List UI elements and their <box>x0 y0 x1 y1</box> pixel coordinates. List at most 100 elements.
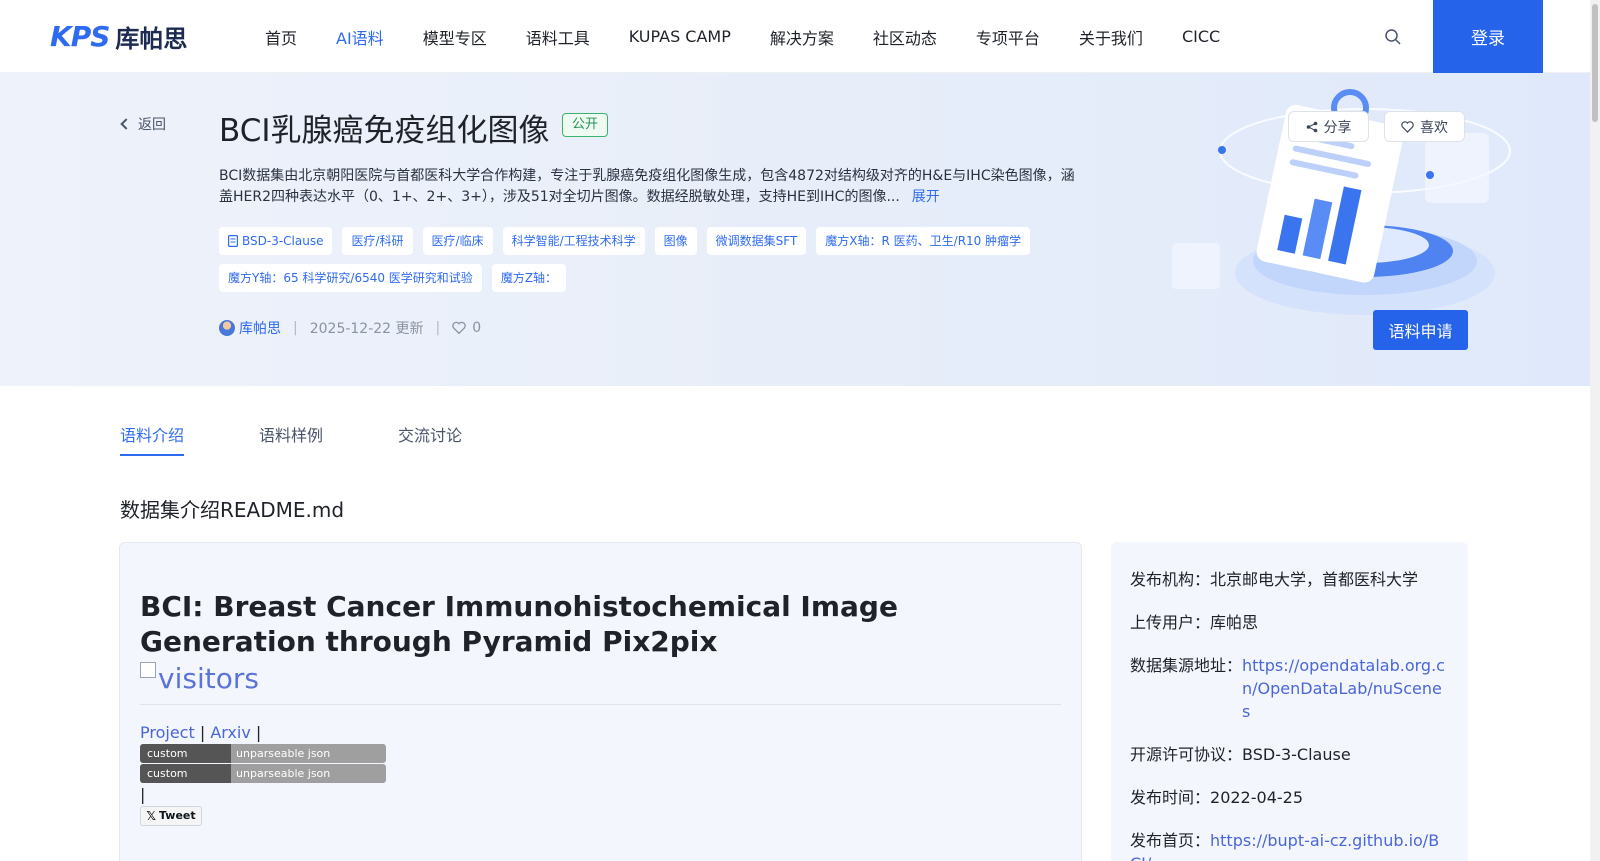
share-icon <box>1306 121 1317 132</box>
readme-links: Project | Arxiv | <box>140 723 1061 742</box>
nav-item-corpus-tools[interactable]: 语料工具 <box>526 25 590 49</box>
tab-samples[interactable]: 语料样例 <box>259 422 323 456</box>
dataset-info-panel: 发布机构： 北京邮电大学，首都医科大学 上传用户： 库帕思 数据集源地址： ht… <box>1111 542 1468 861</box>
divider <box>140 703 1061 705</box>
info-label: 数据集源地址： <box>1130 656 1243 675</box>
info-publisher: 发布机构： 北京邮电大学，首都医科大学 <box>1130 568 1449 591</box>
info-date: 发布时间： 2022-04-25 <box>1130 786 1449 809</box>
tag-label: BSD-3-Clause <box>242 234 324 248</box>
info-homepage: 发布首页：https://bupt-ai-cz.github.io/BCI/ <box>1130 829 1449 861</box>
document-icon <box>228 235 238 247</box>
chevron-left-icon <box>120 118 132 130</box>
tag-item[interactable]: 医疗/临床 <box>422 227 493 255</box>
info-value: 2022-04-25 <box>1210 788 1303 807</box>
info-label: 发布首页： <box>1130 831 1211 850</box>
custom-badge[interactable]: custom badge unparseable json response <box>140 743 386 763</box>
readme-card: BCI: Breast Cancer Immunohistochemical I… <box>119 542 1082 861</box>
like-count: 0 <box>472 320 482 336</box>
info-source: 数据集源地址： https://opendatalab.org.cn/OpenD… <box>1130 654 1449 723</box>
readme-heading-text: BCI: Breast Cancer Immunohistochemical I… <box>140 590 898 658</box>
arxiv-link[interactable]: Arxiv <box>210 723 250 742</box>
tag-list: BSD-3-Clause 医疗/科研 医疗/临床 科学智能/工程技术科学 图像 … <box>219 227 1079 292</box>
tag-item[interactable]: 魔方Z轴： <box>491 264 567 292</box>
x-logo-icon: 𝕏 <box>146 808 157 823</box>
broken-image-icon <box>140 662 156 678</box>
heart-outline-icon <box>452 321 467 335</box>
dataset-title: BCI乳腺癌免疫组化图像 <box>219 113 550 149</box>
author-link[interactable]: 库帕思 <box>239 318 281 338</box>
nav-item-platforms[interactable]: 专项平台 <box>976 25 1040 49</box>
nav-item-solutions[interactable]: 解决方案 <box>770 25 834 49</box>
nav-item-ai-corpus[interactable]: AI语料 <box>336 25 384 49</box>
like-label: 喜欢 <box>1420 119 1448 136</box>
nav-item-cicc[interactable]: CICC <box>1182 27 1220 46</box>
info-uploader: 上传用户： 库帕思 <box>1130 611 1449 634</box>
custom-badge[interactable]: custom badge unparseable json response <box>140 763 386 783</box>
tab-intro[interactable]: 语料介绍 <box>120 422 185 456</box>
avatar <box>219 320 235 336</box>
heart-icon <box>1401 120 1414 133</box>
login-button[interactable]: 登录 <box>1433 0 1543 73</box>
info-license: 开源许可协议： BSD-3-Clause <box>1130 743 1449 766</box>
link-separator: | <box>199 722 206 742</box>
dataset-description: BCI数据集由北京朝阳医院与首都医科大学合作构建，专注于乳腺癌免疫组化图像生成，… <box>219 166 1079 208</box>
share-button[interactable]: 分享 <box>1288 111 1369 142</box>
visitors-alt: visitors <box>158 661 259 695</box>
back-label: 返回 <box>138 117 166 133</box>
badge-label: custom badge <box>140 763 232 783</box>
nav-item-about[interactable]: 关于我们 <box>1079 25 1143 49</box>
separator-line: | <box>140 784 146 804</box>
tag-license[interactable]: BSD-3-Clause <box>219 227 333 255</box>
content-tabs: 语料介绍 语料样例 交流讨论 <box>120 422 537 456</box>
link-separator: | <box>255 722 262 742</box>
expand-link[interactable]: 展开 <box>912 189 940 205</box>
project-link[interactable]: Project <box>140 723 195 742</box>
tag-item[interactable]: 医疗/科研 <box>342 227 413 255</box>
section-title: 数据集介绍README.md <box>120 498 345 522</box>
nav-item-home[interactable]: 首页 <box>265 25 297 49</box>
meta-divider: | <box>293 320 298 336</box>
info-value: 库帕思 <box>1210 613 1259 632</box>
info-label: 发布时间： <box>1130 788 1211 807</box>
description-text: BCI数据集由北京朝阳医院与首都医科大学合作构建，专注于乳腺癌免疫组化图像生成，… <box>219 168 1075 205</box>
logo-mark: KPS <box>50 19 110 53</box>
page-scrollbar[interactable] <box>1590 0 1600 861</box>
badge-message: unparseable json response <box>231 763 386 783</box>
search-icon[interactable] <box>1384 28 1402 46</box>
info-label: 开源许可协议： <box>1130 745 1243 764</box>
nav-item-kupas-camp[interactable]: KUPAS CAMP <box>629 27 731 46</box>
share-label: 分享 <box>1323 119 1352 136</box>
updated-date: 2025-12-22 更新 <box>309 321 424 337</box>
tweet-button[interactable]: 𝕏 Tweet <box>140 805 202 826</box>
info-label: 发布机构： <box>1130 570 1211 589</box>
apply-button[interactable]: 语料申请 <box>1373 310 1468 350</box>
info-value: BSD-3-Clause <box>1242 745 1351 764</box>
tag-item[interactable]: 微调数据集SFT <box>706 227 807 255</box>
meta-divider: | <box>435 320 441 336</box>
tag-item[interactable]: 魔方Y轴：65 科学研究/6540 医学研究和试验 <box>219 264 482 292</box>
info-value: 北京邮电大学，首都医科大学 <box>1210 570 1419 589</box>
public-badge: 公开 <box>562 113 609 137</box>
tag-item[interactable]: 科学智能/工程技术科学 <box>502 227 645 255</box>
source-url-link[interactable]: https://opendatalab.org.cn/OpenDataLab/n… <box>1242 654 1449 723</box>
nav-item-community[interactable]: 社区动态 <box>873 25 937 49</box>
badge-message: unparseable json response <box>231 743 386 763</box>
scrollbar-thumb[interactable] <box>1592 4 1598 122</box>
nav-item-models[interactable]: 模型专区 <box>423 25 487 49</box>
main-nav: 首页 AI语料 模型专区 语料工具 KUPAS CAMP 解决方案 社区动态 专… <box>265 0 1259 73</box>
tweet-label: Tweet <box>159 809 196 822</box>
top-header: KPS 库帕思 首页 AI语料 模型专区 语料工具 KUPAS CAMP 解决方… <box>0 0 1590 73</box>
tab-discussion[interactable]: 交流讨论 <box>398 422 462 456</box>
tag-item[interactable]: 魔方X轴：R 医药、卫生/R10 肿瘤学 <box>816 227 1031 255</box>
readme-heading: BCI: Breast Cancer Immunohistochemical I… <box>140 589 1061 696</box>
tag-item[interactable]: 图像 <box>654 227 697 255</box>
back-link[interactable]: 返回 <box>120 114 166 134</box>
logo-text: 库帕思 <box>115 24 188 53</box>
visitors-image: visitors <box>140 661 259 696</box>
dataset-meta: 库帕思 | 2025-12-22 更新 | 0 <box>219 318 481 338</box>
info-label: 上传用户： <box>1130 613 1211 632</box>
dataset-banner: 返回 BCI乳腺癌免疫组化图像 公开 分享 喜欢 BCI数据集由北京朝阳医院与首… <box>0 73 1590 386</box>
badge-label: custom badge <box>140 743 232 763</box>
like-button[interactable]: 喜欢 <box>1384 111 1465 142</box>
site-logo[interactable]: KPS 库帕思 <box>50 18 187 54</box>
